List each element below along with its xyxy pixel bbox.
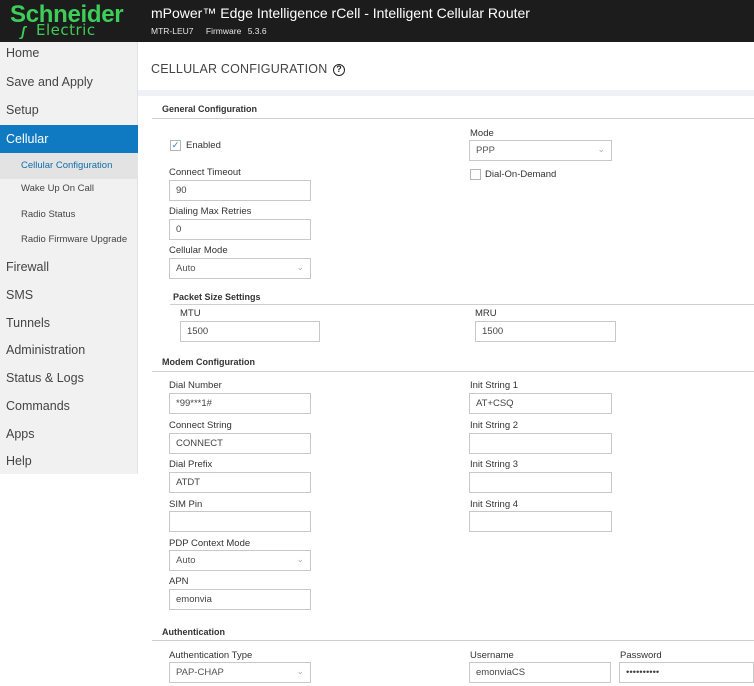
- init-string-4-input[interactable]: [469, 511, 612, 532]
- dial-on-demand-label: Dial-On-Demand: [485, 169, 557, 180]
- sidebar-item-status-logs[interactable]: Status & Logs: [0, 371, 138, 385]
- page-title: CELLULAR CONFIGURATION ?: [151, 62, 346, 76]
- dial-number-label: Dial Number: [169, 380, 222, 391]
- section-divider: [152, 640, 754, 641]
- main-content: CELLULAR CONFIGURATION ? General Configu…: [138, 42, 754, 686]
- mru-input[interactable]: 1500: [475, 321, 616, 342]
- sidebar-nav: Home Save and Apply Setup Cellular Cellu…: [0, 42, 138, 474]
- mtu-label: MTU: [180, 308, 201, 319]
- sidebar-item-apps[interactable]: Apps: [0, 427, 138, 441]
- authentication-type-select[interactable]: PAP-CHAP ⌄: [169, 662, 311, 683]
- cellular-mode-label: Cellular Mode: [169, 245, 228, 256]
- connect-string-label: Connect String: [169, 420, 232, 431]
- password-label: Password: [620, 650, 662, 661]
- section-heading-authentication: Authentication: [162, 627, 225, 637]
- section-heading-modem: Modem Configuration: [162, 357, 255, 367]
- section-heading-packet-size: Packet Size Settings: [173, 292, 261, 302]
- chevron-down-icon: ⌄: [296, 666, 304, 676]
- apn-label: APN: [169, 576, 189, 587]
- sidebar-item-help[interactable]: Help: [0, 454, 138, 468]
- init-string-3-input[interactable]: [469, 472, 612, 493]
- init-string-4-label: Init String 4: [470, 499, 519, 510]
- firmware-label: Firmware: [205, 26, 242, 36]
- chevron-down-icon: ⌄: [296, 554, 304, 564]
- section-divider: [170, 304, 754, 305]
- chevron-down-icon: ⌄: [597, 144, 605, 154]
- sidebar-subitem-radio-status[interactable]: Radio Status: [0, 209, 138, 220]
- enabled-label: Enabled: [186, 140, 221, 151]
- mru-label: MRU: [475, 308, 497, 319]
- mode-select[interactable]: PPP ⌄: [469, 140, 612, 161]
- title-divider: [138, 90, 754, 96]
- sidebar-item-save-and-apply[interactable]: Save and Apply: [0, 75, 138, 89]
- pdp-context-mode-select[interactable]: Auto ⌄: [169, 550, 311, 571]
- init-string-1-input[interactable]: AT+CSQ: [469, 393, 612, 414]
- chevron-down-icon: ⌄: [296, 262, 304, 272]
- sidebar-item-commands[interactable]: Commands: [0, 399, 138, 413]
- init-string-2-label: Init String 2: [470, 420, 519, 431]
- sim-pin-input[interactable]: [169, 511, 311, 532]
- init-string-3-label: Init String 3: [470, 459, 519, 470]
- sidebar-subitem-cellular-configuration[interactable]: Cellular Configuration: [0, 153, 138, 179]
- sidebar-item-cellular[interactable]: Cellular: [0, 125, 138, 153]
- logo-wordmark-bottom: Electric: [36, 21, 96, 39]
- help-icon[interactable]: ?: [333, 63, 346, 76]
- init-string-2-input[interactable]: [469, 433, 612, 454]
- dial-on-demand-checkbox[interactable]: [470, 169, 481, 180]
- sidebar-item-firewall[interactable]: Firewall: [0, 260, 138, 274]
- sidebar-subitem-wake-up-on-call[interactable]: Wake Up On Call: [0, 183, 138, 194]
- sidebar-item-setup[interactable]: Setup: [0, 103, 138, 117]
- section-heading-general: General Configuration: [162, 104, 258, 114]
- section-divider: [152, 118, 754, 119]
- sidebar-item-administration[interactable]: Administration: [0, 343, 138, 357]
- sidebar-item-home[interactable]: Home: [0, 46, 138, 60]
- section-divider: [152, 371, 754, 372]
- connect-string-input[interactable]: CONNECT: [169, 433, 311, 454]
- username-input[interactable]: emonviaCS: [469, 662, 611, 683]
- check-icon: ✓: [171, 140, 180, 150]
- schneider-electric-logo[interactable]: Schneider ʃ Electric: [0, 0, 138, 42]
- app-title: mPower™ Edge Intelligence rCell - Intell…: [151, 5, 530, 21]
- mtu-input[interactable]: 1500: [180, 321, 320, 342]
- sim-pin-label: SIM Pin: [169, 499, 203, 510]
- sidebar-item-tunnels[interactable]: Tunnels: [0, 316, 138, 330]
- connect-timeout-input[interactable]: 90: [169, 180, 311, 201]
- init-string-1-label: Init String 1: [470, 380, 519, 391]
- pdp-context-mode-value: Auto: [176, 555, 196, 566]
- cellular-mode-value: Auto: [176, 263, 196, 274]
- sidebar-item-sms[interactable]: SMS: [0, 288, 138, 302]
- connect-timeout-label: Connect Timeout: [169, 167, 241, 178]
- app-header: Schneider ʃ Electric mPower™ Edge Intell…: [0, 0, 754, 42]
- authentication-type-value: PAP-CHAP: [176, 667, 224, 678]
- dial-prefix-label: Dial Prefix: [169, 459, 213, 470]
- authentication-type-label: Authentication Type: [169, 650, 253, 661]
- cellular-mode-select[interactable]: Auto ⌄: [169, 258, 311, 279]
- sidebar-subitem-radio-firmware-upgrade[interactable]: Radio Firmware Upgrade: [0, 234, 138, 245]
- page-title-text: CELLULAR CONFIGURATION: [151, 62, 328, 76]
- dialing-max-retries-label: Dialing Max Retries: [169, 206, 252, 217]
- firmware-version: 5.3.6: [247, 26, 267, 36]
- logo-s-mark-icon: ʃ: [21, 23, 26, 39]
- mode-label: Mode: [470, 128, 494, 139]
- mode-value: PPP: [476, 145, 496, 156]
- dial-number-input[interactable]: *99***1#: [169, 393, 311, 414]
- dial-prefix-input[interactable]: ATDT: [169, 472, 311, 493]
- enabled-checkbox[interactable]: ✓: [170, 140, 181, 151]
- username-label: Username: [470, 650, 514, 661]
- apn-input[interactable]: emonvia: [169, 589, 311, 610]
- pdp-context-mode-label: PDP Context Mode: [169, 538, 251, 549]
- dialing-max-retries-input[interactable]: 0: [169, 219, 311, 240]
- device-info: MTR-LEU7 Firmware 5.3.6: [151, 26, 277, 36]
- password-input[interactable]: ••••••••••: [619, 662, 754, 683]
- device-model: MTR-LEU7: [151, 26, 194, 36]
